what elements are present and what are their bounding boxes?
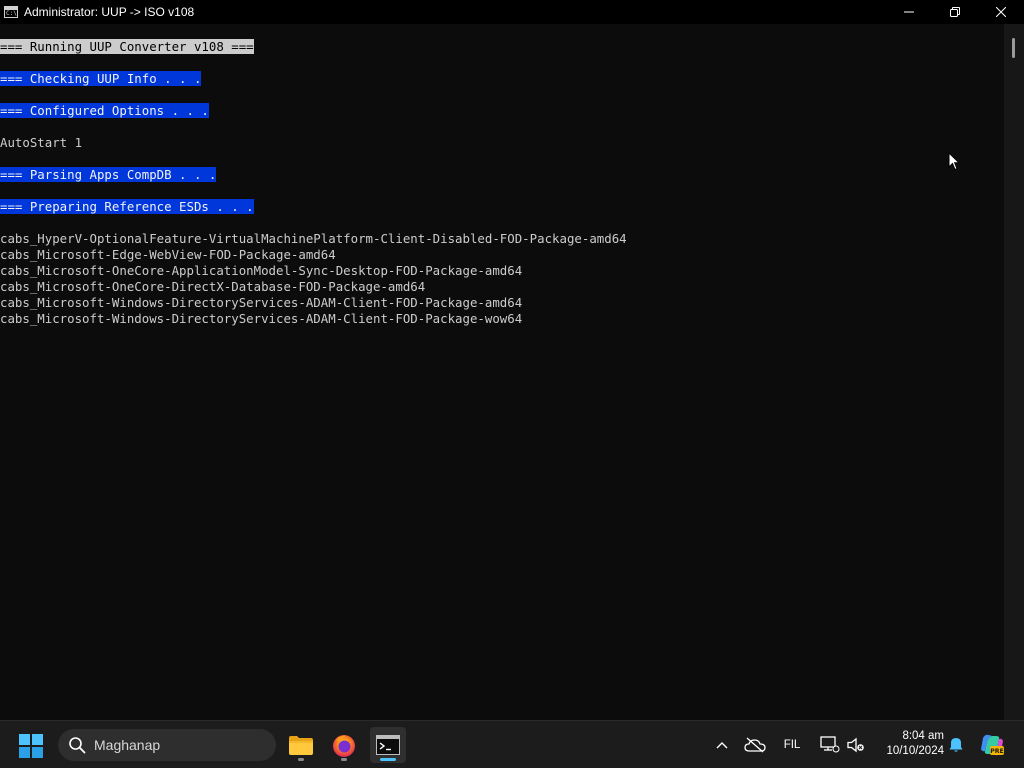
- windows-logo-icon: [19, 734, 43, 758]
- minimize-button[interactable]: [886, 0, 932, 24]
- cloud-offline-icon: [744, 737, 766, 753]
- console-line: === Preparing Reference ESDs . . .: [0, 199, 1004, 215]
- clock-time: 8:04 am: [902, 730, 944, 742]
- search-placeholder: Maghanap: [94, 737, 161, 753]
- file-explorer-icon: [289, 736, 313, 755]
- start-button[interactable]: [18, 733, 44, 759]
- console-line: === Checking UUP Info . . .: [0, 71, 1004, 87]
- mouse-pointer-icon: [948, 152, 960, 171]
- console-line: cabs_Microsoft-Windows-DirectoryServices…: [0, 311, 1004, 327]
- taskbar-app-command-prompt[interactable]: [370, 727, 406, 763]
- copilot-button[interactable]: PRE: [978, 733, 1006, 757]
- restore-icon: [950, 7, 960, 17]
- tray-volume[interactable]: [845, 733, 867, 757]
- taskbar-app-firefox[interactable]: [326, 727, 362, 763]
- running-indicator: [341, 758, 347, 761]
- console-line-text: === Checking UUP Info . . .: [0, 71, 202, 86]
- taskbar-clock[interactable]: 8:04 am 10/10/2024: [874, 729, 944, 759]
- bell-icon: [949, 738, 963, 752]
- tray-onedrive[interactable]: [742, 733, 768, 757]
- console-line-text: cabs_HyperV-OptionalFeature-VirtualMachi…: [0, 231, 627, 246]
- notifications-button[interactable]: [946, 733, 966, 757]
- active-indicator: [380, 758, 396, 761]
- taskbar: Maghanap FIL 8:04 am 10/10/2024 PRE: [0, 720, 1024, 768]
- console-line-text: cabs_Microsoft-Windows-DirectoryServices…: [0, 295, 523, 310]
- console-line: cabs_HyperV-OptionalFeature-VirtualMachi…: [0, 231, 1004, 247]
- console-line-text: cabs_Microsoft-Windows-DirectoryServices…: [0, 311, 523, 326]
- tray-network[interactable]: [817, 733, 843, 757]
- vertical-scrollbar[interactable]: [1004, 24, 1024, 720]
- network-icon: [820, 736, 840, 753]
- copilot-badge: PRE: [990, 748, 1004, 755]
- taskbar-search[interactable]: Maghanap: [58, 729, 276, 761]
- console-line: cabs_Microsoft-Windows-DirectoryServices…: [0, 295, 1004, 311]
- console-line-text: AutoStart 1: [0, 135, 83, 150]
- console-line: cabs_Microsoft-OneCore-DirectX-Database-…: [0, 279, 1004, 295]
- console-line-text: === Parsing Apps CompDB . . .: [0, 167, 217, 182]
- console-line-text: cabs_Microsoft-OneCore-DirectX-Database-…: [0, 279, 426, 294]
- restore-button[interactable]: [932, 0, 978, 24]
- console-window: C:\ Administrator: UUP -> ISO v108 === R…: [0, 0, 1024, 720]
- window-title: Administrator: UUP -> ISO v108: [24, 5, 195, 19]
- scrollbar-thumb[interactable]: [1012, 38, 1015, 58]
- minimize-icon: [904, 11, 914, 13]
- console-line: === Configured Options . . .: [0, 103, 1004, 119]
- command-prompt-icon: [376, 735, 400, 755]
- copilot-icon: PRE: [981, 734, 1004, 756]
- chevron-up-icon: [716, 742, 728, 749]
- console-line: cabs_Microsoft-OneCore-ApplicationModel-…: [0, 263, 1004, 279]
- input-language[interactable]: FIL: [778, 733, 806, 757]
- search-icon: [69, 737, 86, 754]
- console-line-text: === Configured Options . . .: [0, 103, 209, 118]
- console-line: === Parsing Apps CompDB . . .: [0, 167, 1004, 183]
- console-line-text: cabs_Microsoft-Edge-WebView-FOD-Package-…: [0, 247, 336, 262]
- firefox-icon: [333, 735, 355, 757]
- console-line-text: === Preparing Reference ESDs . . .: [0, 199, 254, 214]
- title-bar[interactable]: C:\ Administrator: UUP -> ISO v108: [0, 0, 1024, 24]
- console-line-text: cabs_Microsoft-OneCore-ApplicationModel-…: [0, 263, 523, 278]
- window-controls: [886, 0, 1024, 24]
- show-hidden-icons-button[interactable]: [712, 733, 732, 757]
- console-output[interactable]: === Running UUP Converter v108 === === Ch…: [0, 39, 1004, 719]
- close-icon: [996, 7, 1006, 17]
- clock-date: 10/10/2024: [886, 745, 944, 757]
- close-button[interactable]: [978, 0, 1024, 24]
- running-indicator: [298, 758, 304, 761]
- console-line: AutoStart 1: [0, 135, 1004, 151]
- console-line: === Running UUP Converter v108 ===: [0, 39, 1004, 55]
- console-line-text: === Running UUP Converter v108 ===: [0, 39, 254, 54]
- speaker-muted-icon: [847, 737, 864, 753]
- cmd-window-icon: C:\: [4, 6, 18, 18]
- taskbar-app-file-explorer[interactable]: [283, 727, 319, 763]
- console-line: cabs_Microsoft-Edge-WebView-FOD-Package-…: [0, 247, 1004, 263]
